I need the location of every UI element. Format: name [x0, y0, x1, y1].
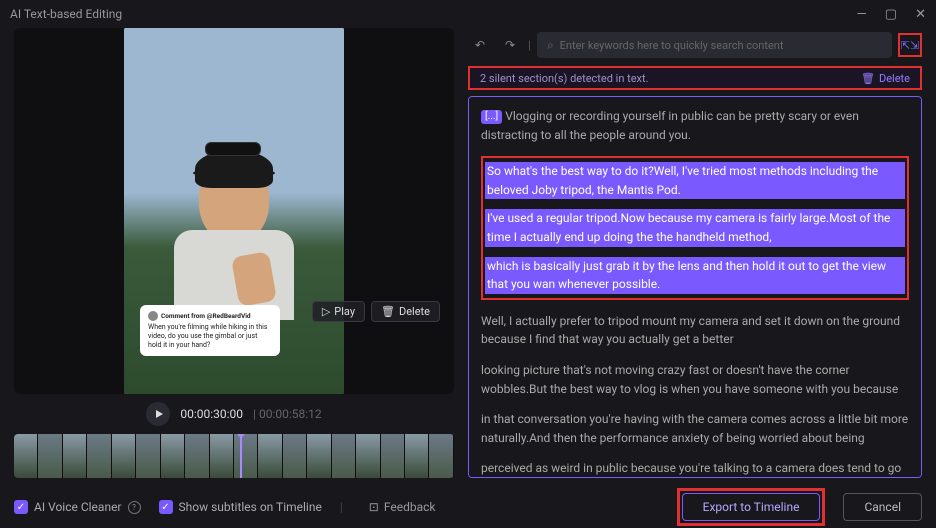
trash-icon: 🗑	[381, 305, 395, 318]
transcript-paragraph[interactable]: perceived as weird in public because you…	[481, 459, 909, 478]
play-triangle-icon	[156, 410, 163, 418]
checkbox-checked-icon: ✓	[159, 500, 173, 514]
window-controls: — ▢ ✕	[857, 7, 926, 22]
expand-button[interactable]: ⇱⇲	[898, 33, 922, 57]
app-window: AI Text-based Editing — ▢ ✕	[0, 0, 936, 528]
comment-author: Comment from @RedBeardVid	[161, 312, 251, 320]
voice-cleaner-checkbox[interactable]: ✓AI Voice Cleaner?	[14, 500, 141, 514]
close-icon[interactable]: ✕	[915, 7, 926, 22]
delete-silent-button[interactable]: 🗑Delete	[861, 72, 910, 85]
thumbnail-strip[interactable]	[14, 434, 454, 478]
play-icon: ▷	[322, 305, 330, 318]
footer-bar: ✓AI Voice Cleaner? ✓Show subtitles on Ti…	[0, 486, 936, 528]
export-highlight: Export to Timeline	[677, 488, 826, 526]
cancel-button[interactable]: Cancel	[843, 493, 922, 521]
transcript-selection[interactable]: So what's the best way to do it?Well, I'…	[485, 162, 905, 199]
duration-time: | 00:00:58:12	[253, 407, 322, 421]
transcript-paragraph[interactable]: looking picture that's not moving crazy …	[481, 361, 909, 398]
timeline-scrubber[interactable]	[240, 434, 242, 478]
search-icon: ⌕	[547, 38, 554, 53]
transcript-selection[interactable]: which is basically just grab it by the l…	[485, 257, 905, 294]
transcript-selection[interactable]: I've used a regular tripod.Now because m…	[485, 209, 905, 246]
minimize-icon[interactable]: —	[857, 7, 867, 22]
export-button[interactable]: Export to Timeline	[682, 493, 821, 521]
feedback-icon: ⊡	[369, 500, 379, 514]
current-time: 00:00:30:00	[180, 407, 243, 421]
transcript-paragraph[interactable]: in that conversation you're having with …	[481, 410, 909, 447]
undo-button[interactable]: ↶	[468, 33, 492, 57]
transcript-area[interactable]: [...] Vlogging or recording yourself in …	[468, 96, 922, 478]
search-input[interactable]	[560, 39, 882, 52]
silent-sections-text: 2 silent section(s) detected in text.	[480, 72, 649, 85]
comment-overlay: Comment from @RedBeardVid When you're fi…	[140, 305, 280, 356]
titlebar: AI Text-based Editing — ▢ ✕	[0, 0, 936, 28]
time-display: 00:00:30:00 | 00:00:58:12	[14, 394, 454, 434]
feedback-link[interactable]: ⊡Feedback	[369, 500, 436, 514]
search-field[interactable]: ⌕	[537, 32, 892, 58]
trash-icon: 🗑	[861, 72, 875, 85]
selected-transcript-block: So what's the best way to do it?Well, I'…	[481, 156, 909, 300]
preview-panel: Comment from @RedBeardVid When you're fi…	[14, 28, 454, 478]
comment-body: When you're filming while hiking in this…	[148, 323, 272, 350]
window-title: AI Text-based Editing	[10, 7, 122, 21]
video-frame: Comment from @RedBeardVid When you're fi…	[124, 28, 344, 394]
play-button[interactable]: ▷Play	[312, 301, 365, 322]
transcript-paragraph[interactable]: [...] Vlogging or recording yourself in …	[481, 107, 909, 144]
avatar-icon	[148, 311, 158, 321]
transcript-paragraph[interactable]: Well, I actually prefer to tripod mount …	[481, 312, 909, 349]
redo-button[interactable]: ↷	[498, 33, 522, 57]
playback-button[interactable]	[146, 402, 170, 426]
transcript-panel: ↶ ↷ | ⌕ ⇱⇲ 2 silent section(s) detected …	[468, 28, 922, 478]
help-icon[interactable]: ?	[128, 501, 141, 514]
maximize-icon[interactable]: ▢	[885, 7, 897, 22]
checkbox-checked-icon: ✓	[14, 500, 28, 514]
delete-clip-button[interactable]: 🗑Delete	[371, 301, 440, 322]
silent-sections-bar: 2 silent section(s) detected in text. 🗑D…	[468, 66, 922, 90]
video-preview[interactable]: Comment from @RedBeardVid When you're fi…	[14, 28, 454, 394]
subtitles-checkbox[interactable]: ✓Show subtitles on Timeline	[159, 500, 322, 514]
silent-marker-icon[interactable]: [...]	[481, 110, 502, 124]
